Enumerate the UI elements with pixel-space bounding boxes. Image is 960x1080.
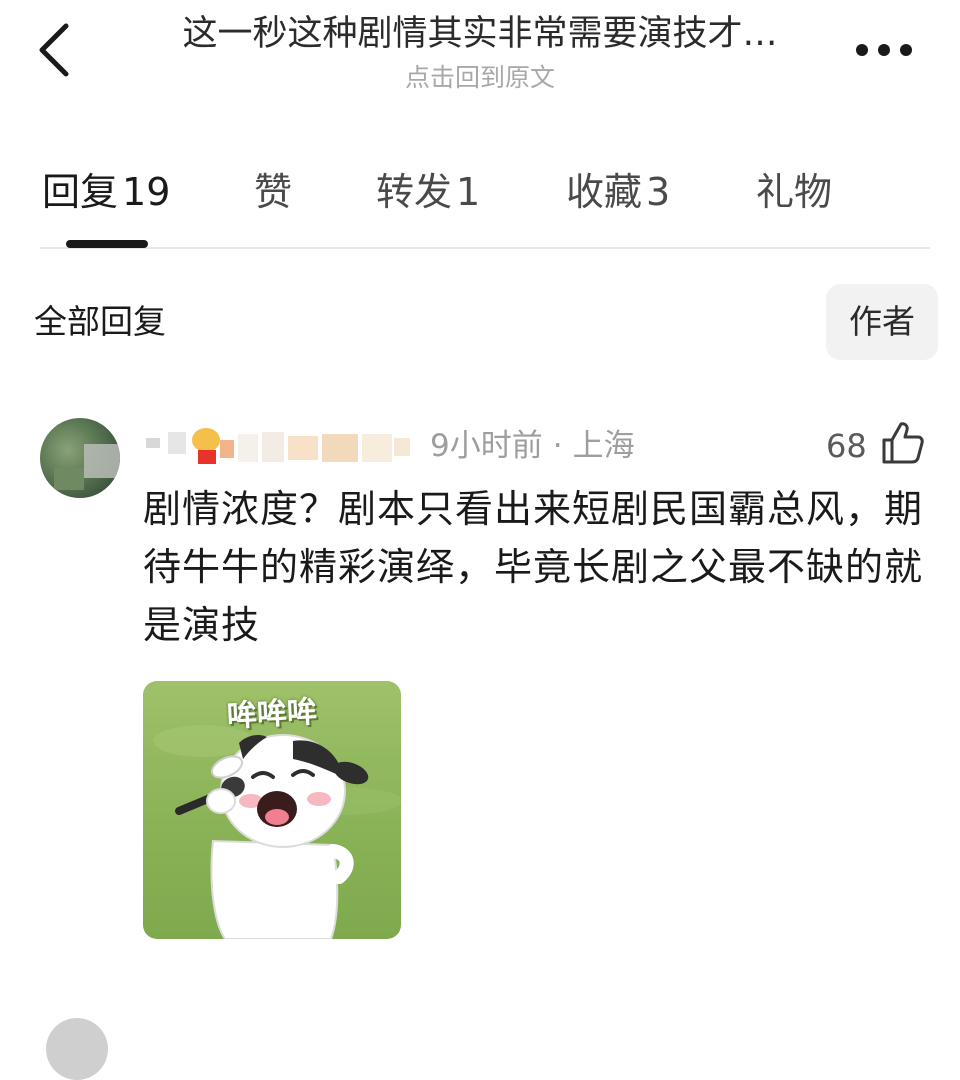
tab-favorites[interactable]: 收藏 3 [566, 164, 670, 220]
tab-reposts-label: 转发 [376, 170, 453, 214]
like-count: 68 [826, 427, 867, 465]
back-button[interactable] [34, 18, 82, 82]
avatar[interactable] [40, 418, 120, 498]
tab-likes[interactable]: 赞 [254, 164, 292, 220]
thumbs-up-icon [882, 422, 924, 464]
meta-separator: · [552, 428, 563, 464]
tab-replies-count: 19 [122, 170, 171, 214]
next-comment-avatar[interactable] [46, 1018, 108, 1080]
comment-text: 剧情浓度？剧本只看出来短剧民国霸总风，期待牛牛的精彩演绎，毕竟长剧之父最不缺的就… [143, 487, 924, 647]
tab-favorites-label: 收藏 [566, 170, 643, 214]
tab-favorites-count: 3 [646, 170, 671, 214]
more-button[interactable] [852, 38, 916, 62]
like-button[interactable] [880, 420, 926, 466]
tab-gifts[interactable]: 礼物 [756, 164, 832, 220]
tab-reposts[interactable]: 转发 1 [376, 164, 480, 220]
username-pixelated[interactable] [146, 420, 416, 470]
tab-replies[interactable]: 回复 19 [42, 164, 170, 220]
tab-likes-label: 赞 [254, 170, 293, 214]
sticker-image[interactable]: 哞哞哞 [143, 681, 401, 939]
tab-gifts-label: 礼物 [756, 170, 833, 214]
tabs-divider [40, 247, 930, 249]
tab-reposts-count: 1 [456, 170, 481, 214]
all-replies-label: 全部回复 [34, 302, 166, 341]
tab-replies-label: 回复 [42, 170, 119, 214]
comment-meta: 9小时前 · 上海 [430, 424, 635, 468]
page-title: 这一秒这种剧情其实非常需要演技才… [182, 14, 778, 54]
back-to-original-link[interactable]: 点击回到原文 [120, 58, 840, 98]
chevron-left-icon [39, 23, 69, 77]
comment-location: 上海 [572, 428, 635, 464]
comment-time: 9小时前 [430, 428, 543, 464]
active-tab-indicator [66, 240, 148, 248]
author-filter-button[interactable]: 作者 [826, 284, 938, 360]
